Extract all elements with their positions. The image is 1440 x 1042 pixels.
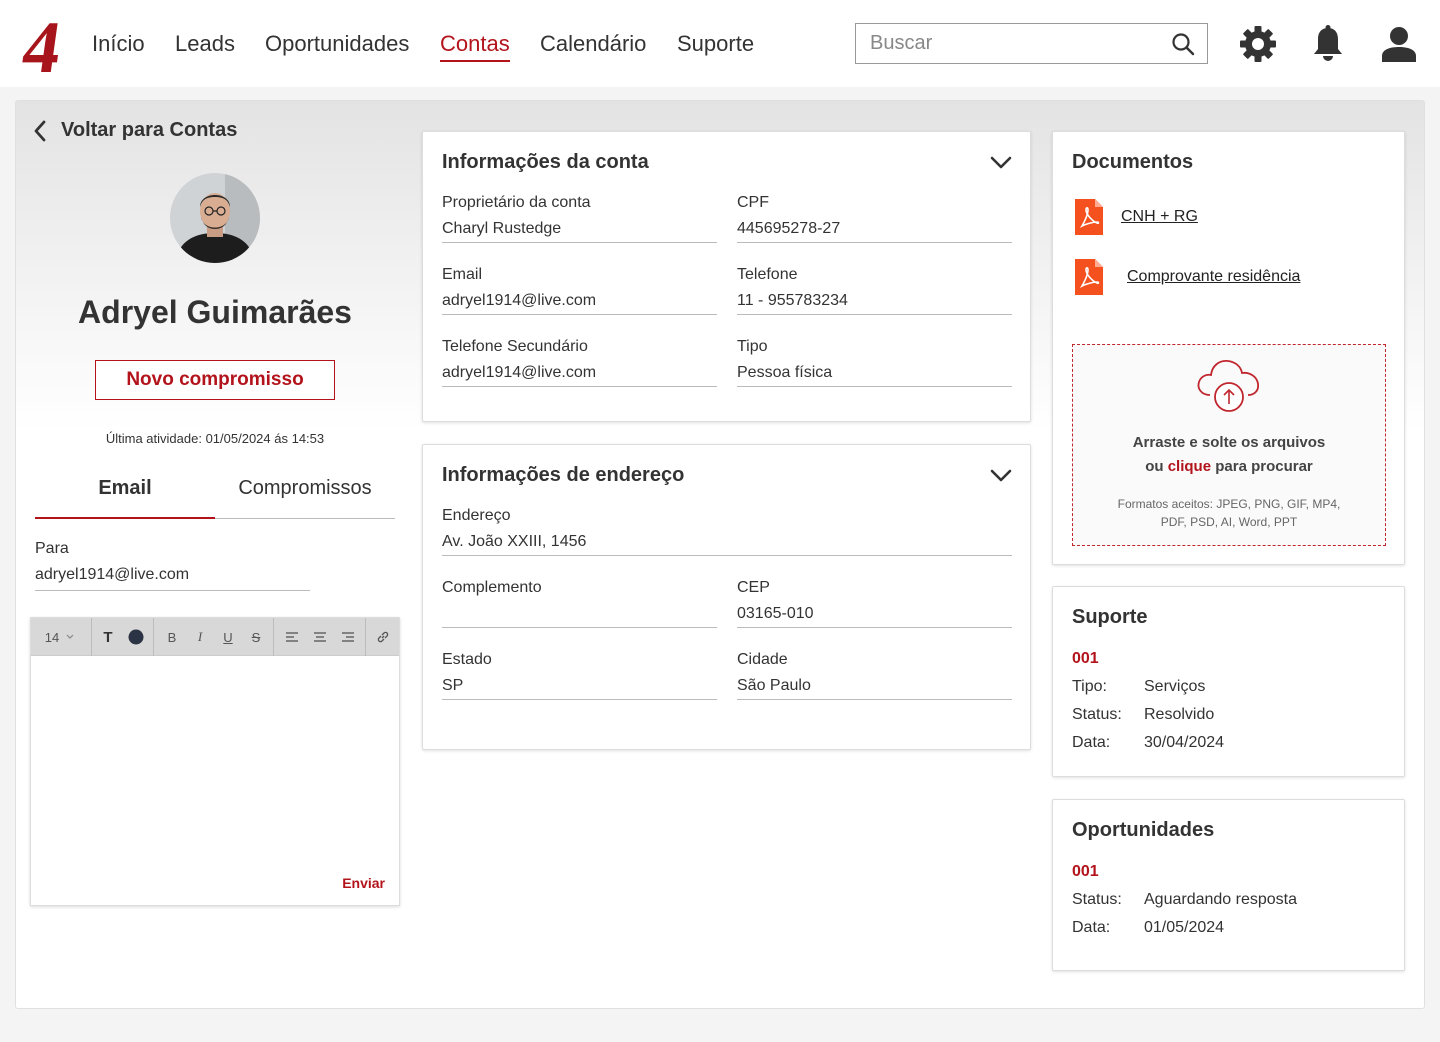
font-size-select[interactable]: 14 [39, 618, 81, 656]
gear-icon[interactable] [1238, 24, 1278, 64]
pdf-file-icon [1075, 199, 1103, 235]
top-nav: 4 Início Leads Oportunidades Contas Cale… [0, 0, 1440, 87]
last-activity: Última atividade: 01/05/2024 ás 14:53 [105, 431, 325, 446]
new-appointment-button[interactable]: Novo compromisso [95, 360, 335, 400]
color-swatch-icon [128, 629, 144, 645]
nav-link-leads[interactable]: Leads [175, 31, 235, 57]
tab-active-indicator [35, 517, 215, 519]
documents-title: Documentos [1072, 151, 1194, 173]
address-info-card: Informações de endereço Endereço Av. João… [422, 444, 1031, 750]
text-format-button[interactable]: T [97, 618, 119, 656]
address-info-title: Informações de endereço [442, 464, 685, 486]
chevron-down-icon[interactable] [990, 156, 1012, 170]
strikethrough-button[interactable]: S [245, 618, 267, 656]
support-status-row: Status: Resolvido [1072, 706, 1215, 723]
to-field[interactable]: adryel1914@live.com [35, 566, 310, 591]
field-phone: Telefone 11 - 955783234 [737, 266, 1012, 315]
link-button[interactable] [371, 618, 395, 656]
back-link-label: Voltar para Contas [61, 119, 238, 141]
support-type-row: Tipo: Serviços [1072, 678, 1206, 695]
align-left-button[interactable] [281, 618, 303, 656]
align-center-button[interactable] [309, 618, 331, 656]
italic-button[interactable]: I [189, 618, 211, 656]
bold-button[interactable]: B [161, 618, 183, 656]
opportunities-card: Oportunidades 001 Status: Aguardando resp… [1052, 799, 1405, 971]
file-dropzone[interactable]: Arraste e solte os arquivos ou clique pa… [1072, 344, 1386, 546]
avatar [170, 173, 260, 263]
send-button[interactable]: Enviar [342, 875, 385, 891]
chevron-left-icon [34, 120, 46, 141]
opportunity-date-row: Data: 01/05/2024 [1072, 919, 1225, 936]
account-info-card: Informações da conta Proprietário da con… [422, 131, 1031, 422]
align-left-icon [286, 632, 298, 642]
documents-card: Documentos CNH + RG Comprovante residênc… [1052, 131, 1405, 565]
font-size-value: 14 [44, 629, 60, 645]
text-color-picker[interactable] [125, 618, 147, 656]
field-email: Email adryel1914@live.com [442, 266, 717, 315]
tab-compromissos[interactable]: Compromissos [215, 477, 395, 500]
field-state: Estado SP [442, 651, 717, 700]
account-info-title: Informações da conta [442, 151, 649, 173]
support-title: Suporte [1072, 606, 1148, 628]
field-city: Cidade São Paulo [737, 651, 1012, 700]
svg-text:4: 4 [18, 12, 66, 76]
nav-link-contas[interactable]: Contas [440, 31, 510, 62]
nav-link-inicio[interactable]: Início [92, 31, 145, 57]
user-icon[interactable] [1380, 24, 1418, 64]
document-item[interactable]: CNH + RG [1075, 199, 1198, 235]
chevron-down-icon [66, 634, 74, 639]
chevron-down-icon[interactable] [990, 469, 1012, 483]
nav-link-suporte[interactable]: Suporte [677, 31, 754, 57]
bell-icon[interactable] [1310, 24, 1346, 64]
account-name: Adryel Guimarães [78, 294, 352, 330]
back-link[interactable]: Voltar para Contas [33, 119, 237, 142]
search-input[interactable] [856, 24, 1156, 63]
to-label: Para [35, 540, 69, 557]
opportunity-status-row: Status: Aguardando resposta [1072, 891, 1297, 908]
accepted-formats: Formatos aceitos: JPEG, PNG, GIF, MP4, P… [1117, 497, 1341, 529]
document-item[interactable]: Comprovante residência [1075, 259, 1300, 295]
align-right-button[interactable] [337, 618, 359, 656]
field-cep: CEP 03165-010 [737, 579, 1012, 628]
pdf-file-icon [1075, 259, 1103, 295]
field-cpf: CPF 445695278-27 [737, 194, 1012, 243]
link-icon [377, 631, 389, 643]
underline-button[interactable]: U [217, 618, 239, 656]
document-link[interactable]: Comprovante residência [1127, 268, 1300, 286]
opportunity-code[interactable]: 001 [1072, 863, 1099, 881]
align-right-icon [342, 632, 354, 642]
dropzone-instructions: Arraste e solte os arquivos ou clique pa… [1132, 434, 1326, 475]
support-date-row: Data: 30/04/2024 [1072, 734, 1225, 751]
tab-email[interactable]: Email [35, 477, 215, 500]
field-complement: Complemento [442, 579, 717, 628]
search-box [855, 23, 1208, 64]
search-icon[interactable] [1171, 32, 1195, 56]
align-center-icon [314, 632, 326, 642]
brand-logo[interactable]: 4 [16, 12, 66, 76]
field-secondary-phone: Telefone Secundário adryel1914@live.com [442, 338, 717, 387]
cloud-upload-icon [1197, 360, 1260, 412]
support-ticket-code[interactable]: 001 [1072, 650, 1099, 668]
field-address: Endereço Av. João XXIII, 1456 [442, 507, 1012, 556]
support-card: Suporte 001 Tipo: Serviços Status: Resolvi… [1052, 586, 1405, 777]
editor-toolbar: 14 T B I U S [31, 618, 399, 656]
document-link[interactable]: CNH + RG [1121, 208, 1198, 226]
nav-link-oportunidades[interactable]: Oportunidades [265, 31, 409, 57]
field-account-owner: Proprietário da conta Charyl Rustedge [442, 194, 717, 243]
opportunities-title: Oportunidades [1072, 819, 1215, 841]
nav-link-calendario[interactable]: Calendário [540, 31, 646, 57]
field-type: Tipo Pessoa física [737, 338, 1012, 387]
email-editor: 14 T B I U S Enviar [30, 617, 400, 906]
browse-link[interactable]: clique [1168, 458, 1211, 475]
